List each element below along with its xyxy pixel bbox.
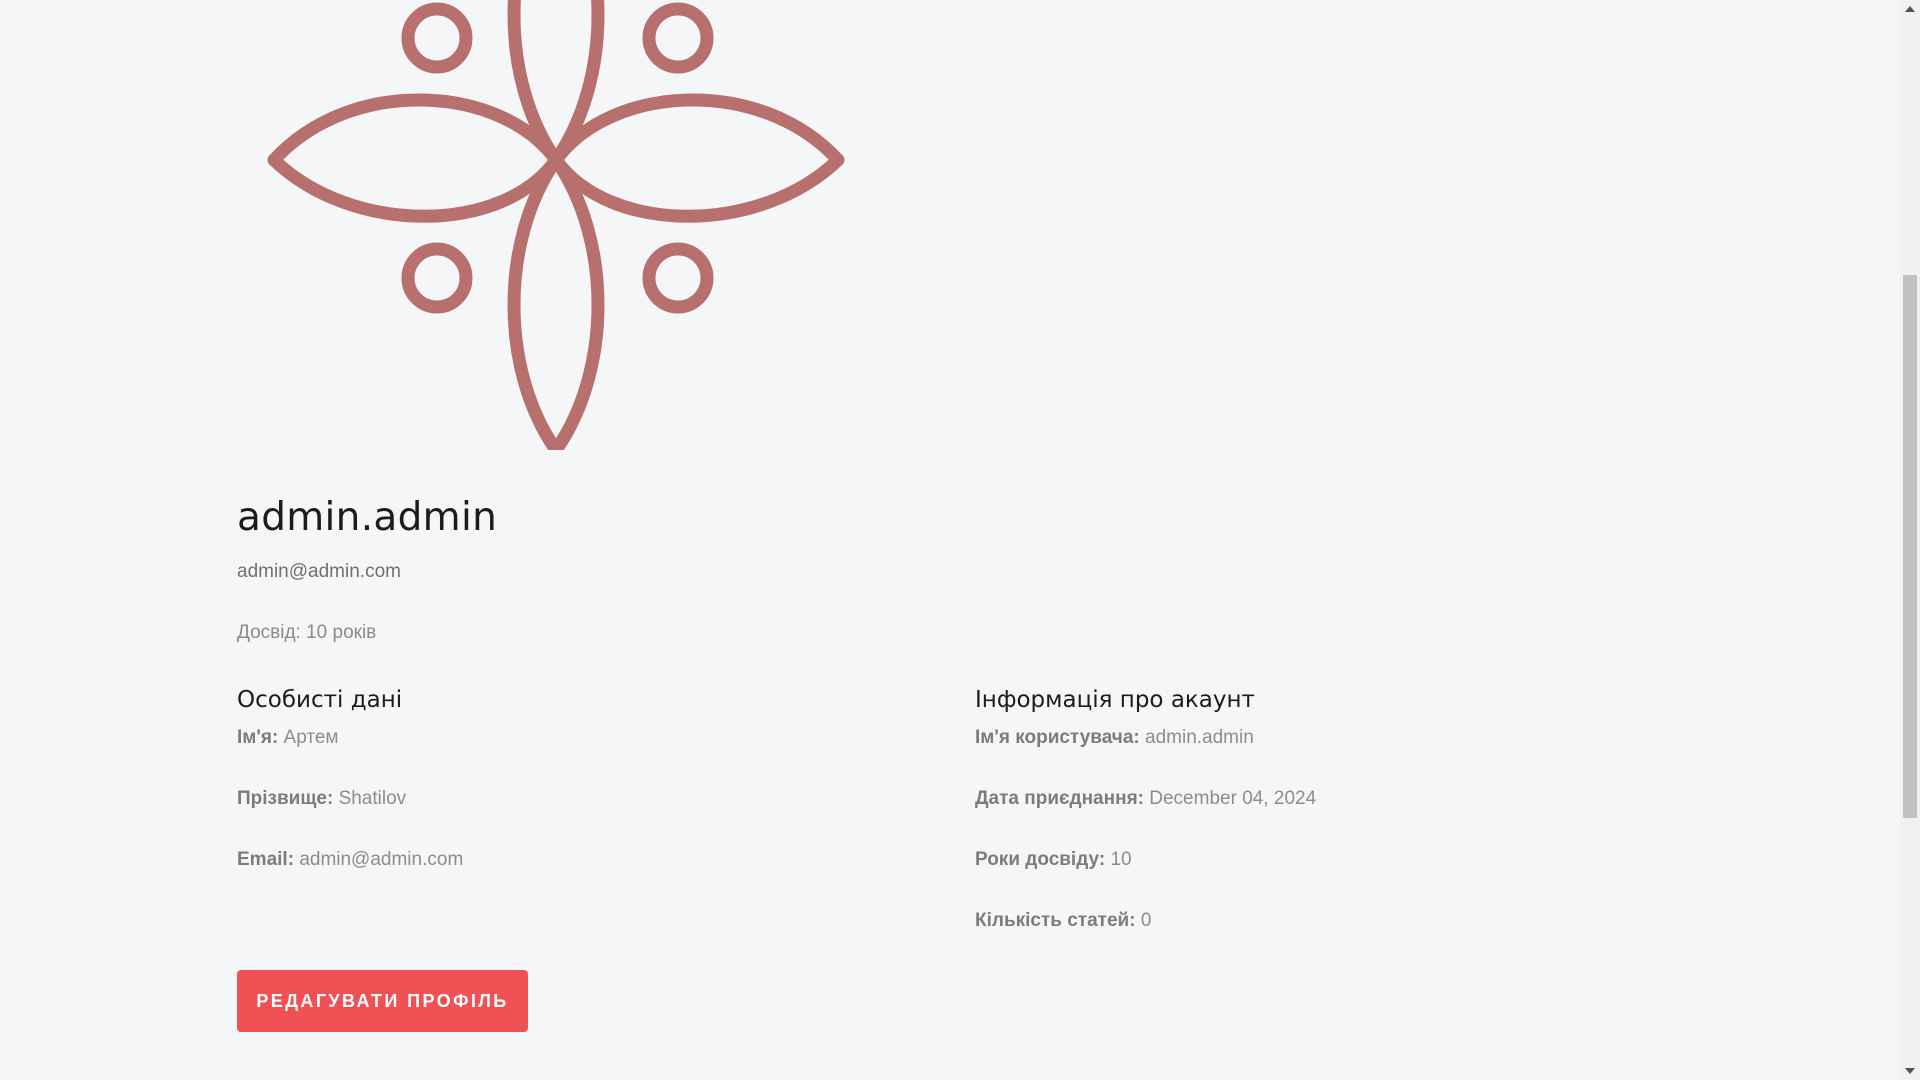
email-label: Email: xyxy=(237,849,295,870)
first-name-label: Ім'я: xyxy=(237,727,279,748)
experience-years-field: Роки досвіду: 10 xyxy=(975,849,1316,910)
profile-username: admin.admin xyxy=(237,495,498,540)
vertical-scrollbar[interactable] xyxy=(1900,0,1920,1080)
articles-count-value: 0 xyxy=(1140,910,1152,931)
account-username-value: admin.admin xyxy=(1145,727,1254,748)
scrollbar-thumb[interactable] xyxy=(1903,275,1917,818)
account-info-title: Інформація про акаунт xyxy=(975,687,1255,713)
articles-count-label: Кількість статей: xyxy=(975,910,1136,931)
account-info-section: Інформація про акаунт Ім'я користувача: … xyxy=(975,687,1316,971)
email-value: admin@admin.com xyxy=(299,849,464,870)
profile-page: admin.admin admin@admin.com Досвід: 10 р… xyxy=(0,0,1920,1080)
edit-profile-button[interactable]: РЕДАГУВАТИ ПРОФІЛЬ xyxy=(237,970,528,1032)
flower-logo-icon xyxy=(262,0,852,450)
scroll-down-arrow-icon[interactable] xyxy=(1905,1068,1915,1074)
join-date-label: Дата приєднання: xyxy=(975,788,1144,809)
last-name-label: Прізвище: xyxy=(237,788,334,809)
email-field: Email: admin@admin.com xyxy=(237,849,463,910)
join-date-value: December 04, 2024 xyxy=(1149,788,1317,809)
first-name-field: Ім'я: Артем xyxy=(237,727,463,788)
profile-experience: Досвід: 10 років xyxy=(237,622,377,643)
profile-email: admin@admin.com xyxy=(237,561,401,582)
articles-count-field: Кількість статей: 0 xyxy=(975,910,1316,971)
experience-years-value: 10 xyxy=(1110,849,1132,870)
join-date-field: Дата приєднання: December 04, 2024 xyxy=(975,788,1316,849)
personal-data-section: Особисті дані Ім'я: Артем Прізвище: Shat… xyxy=(237,687,463,910)
last-name-field: Прізвище: Shatilov xyxy=(237,788,463,849)
scroll-up-arrow-icon[interactable] xyxy=(1905,6,1915,12)
personal-data-title: Особисті дані xyxy=(237,687,403,713)
account-username-field: Ім'я користувача: admin.admin xyxy=(975,727,1316,788)
experience-years-label: Роки досвіду: xyxy=(975,849,1106,870)
last-name-value: Shatilov xyxy=(338,788,407,809)
account-username-label: Ім'я користувача: xyxy=(975,727,1140,748)
first-name-value: Артем xyxy=(283,727,339,748)
